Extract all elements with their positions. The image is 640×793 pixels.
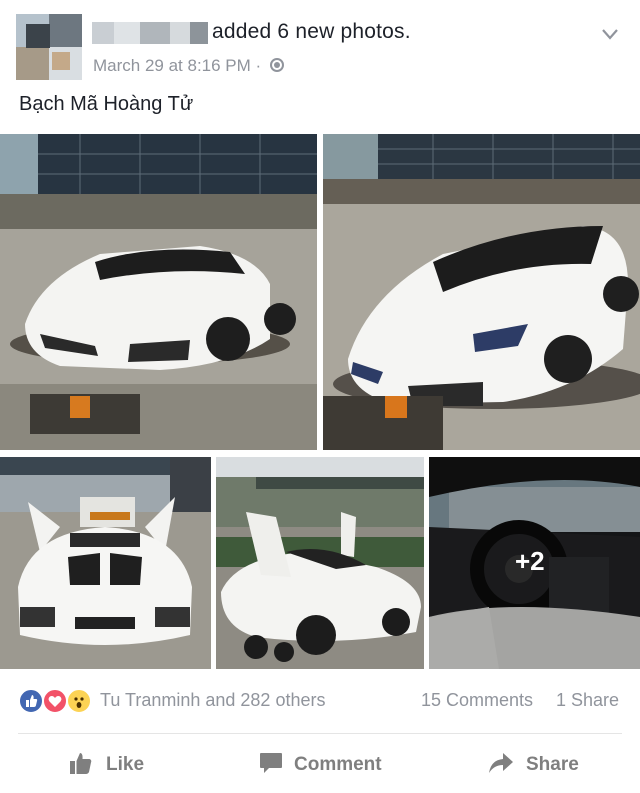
- share-arrow-icon: [489, 753, 513, 773]
- post-timestamp[interactable]: March 29 at 8:16 PM: [93, 56, 251, 75]
- post-caption: Bạch Mã Hoàng Tử: [19, 93, 194, 115]
- author-avatar[interactable]: [16, 14, 82, 80]
- photo-1[interactable]: [0, 134, 317, 450]
- more-photos-count: +2: [515, 546, 545, 576]
- photo-4[interactable]: [216, 457, 424, 669]
- more-photos-overlay[interactable]: +2: [429, 457, 640, 669]
- comments-count[interactable]: 15 Comments: [421, 690, 533, 711]
- photo-5[interactable]: +2: [429, 457, 640, 669]
- author-name-obscured[interactable]: [92, 22, 208, 44]
- like-icon: [18, 688, 44, 714]
- share-label: Share: [526, 754, 579, 775]
- reaction-icons[interactable]: [18, 688, 98, 714]
- meta-separator: ·: [255, 56, 262, 75]
- reactors-text[interactable]: Tu Tranminh and 282 others: [100, 690, 325, 711]
- share-button[interactable]: Share: [487, 748, 587, 782]
- post-meta: March 29 at 8:16 PM ·: [93, 56, 284, 76]
- shares-count[interactable]: 1 Share: [556, 690, 619, 711]
- actions-divider: [18, 733, 622, 734]
- thumbs-up-icon: [70, 753, 92, 774]
- photo-2[interactable]: [323, 134, 640, 450]
- photo-3[interactable]: [0, 457, 211, 669]
- post-action-text: added 6 new photos.: [212, 20, 411, 43]
- comment-label: Comment: [294, 754, 382, 775]
- comment-button[interactable]: Comment: [258, 748, 398, 782]
- post-header: added 6 new photos. March 29 at 8:16 PM …: [0, 0, 640, 90]
- post-stats: Tu Tranminh and 282 others 15 Comments 1…: [0, 680, 640, 720]
- speech-bubble-icon: [260, 753, 282, 773]
- wow-icon: [66, 688, 92, 714]
- like-label: Like: [106, 754, 145, 775]
- like-button[interactable]: Like: [68, 748, 168, 782]
- photo-grid: +2: [0, 134, 640, 669]
- globe-icon: [269, 58, 284, 72]
- chevron-down-icon[interactable]: [602, 26, 618, 42]
- love-icon: [42, 688, 68, 714]
